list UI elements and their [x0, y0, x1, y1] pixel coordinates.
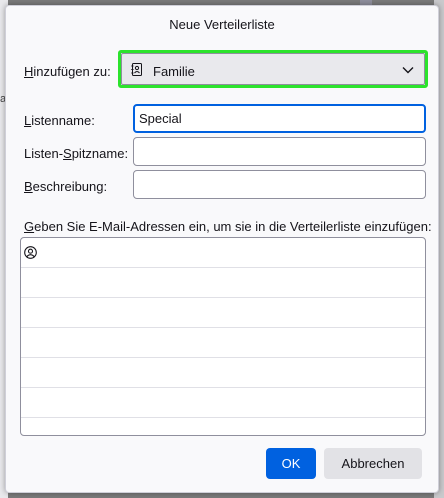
address-row[interactable] [21, 268, 425, 298]
address-list-prompt-accesskey: G [24, 219, 35, 234]
new-mailing-list-dialog: Neue Verteilerliste Hinzufügen zu: Famil… [5, 5, 439, 493]
address-row[interactable] [21, 238, 425, 268]
description-label-accesskey: B [24, 179, 33, 194]
addressbook-select-value: Familie [153, 64, 195, 79]
address-row[interactable] [21, 358, 425, 388]
listname-label-text: istenname: [31, 113, 95, 128]
addressbook-label: Hinzufügen zu: [24, 64, 111, 79]
address-list[interactable] [20, 237, 426, 436]
nickname-label-prefix: Listen- [24, 146, 64, 161]
addressbook-icon [131, 63, 142, 76]
nickname-input[interactable] [133, 137, 426, 166]
dialog-title: Neue Verteilerliste [169, 17, 275, 32]
description-input[interactable] [133, 170, 426, 199]
description-label-text: eschreibung: [32, 179, 108, 194]
nickname-label-accesskey: S [63, 146, 72, 161]
address-list-prompt: Geben Sie E-Mail-Adressen ein, um sie in… [24, 219, 432, 234]
addressbook-select-inner[interactable]: Familie [121, 53, 425, 85]
addressbook-label-text: inzufügen zu: [33, 64, 111, 79]
chevron-down-icon [402, 67, 414, 74]
cancel-button[interactable]: Abbrechen [324, 448, 422, 479]
contact-icon [24, 246, 37, 259]
listname-input[interactable]: Special [133, 104, 426, 133]
address-row[interactable] [21, 388, 425, 418]
ok-button[interactable]: OK [266, 448, 316, 479]
addressbook-label-accesskey: H [24, 64, 34, 79]
listname-label: Listenname: [24, 113, 95, 128]
address-list-prompt-text: eben Sie E-Mail-Adressen ein, um sie in … [34, 219, 432, 234]
nickname-label: Listen-Spitzname: [24, 146, 128, 161]
addressbook-select[interactable]: Familie [118, 50, 428, 88]
description-label: Beschreibung: [24, 179, 107, 194]
address-row[interactable] [21, 328, 425, 358]
address-row[interactable] [21, 298, 425, 328]
nickname-label-text: pitzname: [71, 146, 129, 161]
